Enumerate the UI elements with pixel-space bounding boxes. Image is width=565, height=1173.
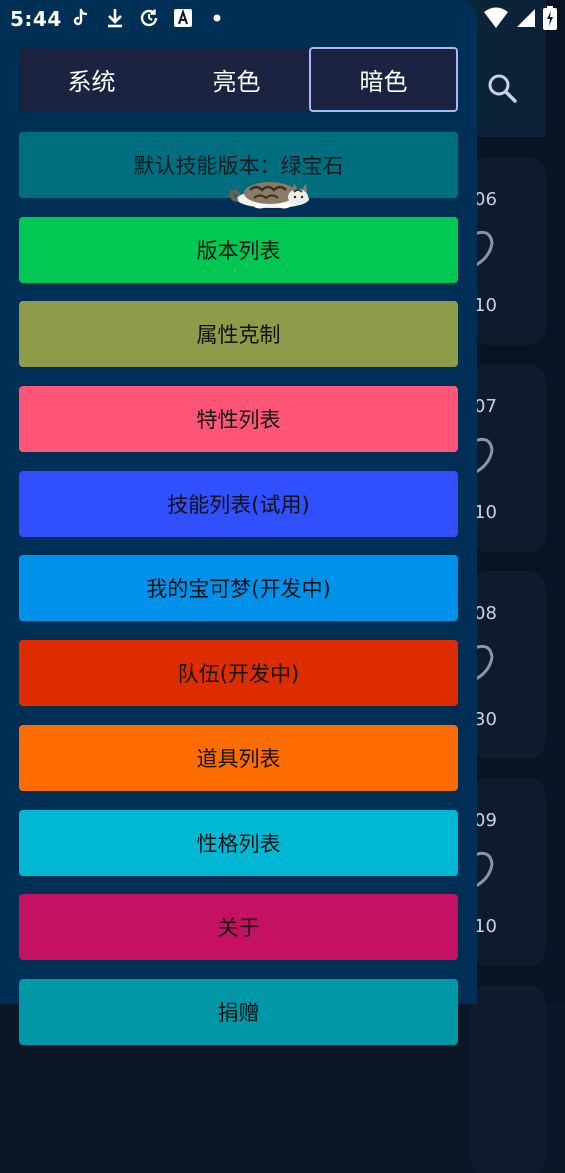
card-top-number: 09 <box>474 810 497 831</box>
card-top-number: 07 <box>474 396 497 417</box>
status-bar: 5:44 <box>0 0 565 38</box>
menu-item-my-pokemon[interactable]: 我的宝可梦(开发中) <box>19 555 458 622</box>
menu-item-donate[interactable]: 捐赠 <box>19 978 458 1045</box>
menu-item-item-list[interactable]: 道具列表 <box>19 724 458 791</box>
background-card[interactable]: 06 10 <box>470 157 546 345</box>
system-icons <box>483 6 557 34</box>
card-top-number: 08 <box>474 603 497 624</box>
search-icon[interactable] <box>486 72 518 104</box>
cat-sticker-icon <box>229 182 309 209</box>
theme-tab-dark[interactable]: 暗色 <box>309 47 458 112</box>
card-top-number: 06 <box>474 189 497 210</box>
dot-icon <box>206 7 228 29</box>
drawer-menu: 默认技能版本：绿宝石 版本列表 属性克制 特性列表 技能列表(试用) 我的宝可梦… <box>19 132 458 1064</box>
menu-item-about[interactable]: 关于 <box>19 894 458 961</box>
navigation-drawer: 系统 亮色 暗色 默认技能版本：绿宝石 版本列表 属性克制 特性列表 技能列表(… <box>0 0 477 1045</box>
card-bottom-number: 30 <box>474 709 497 730</box>
menu-item-nature-list[interactable]: 性格列表 <box>19 809 458 876</box>
background-card[interactable]: 08 30 <box>470 571 546 759</box>
menu-item-ability-list[interactable]: 特性列表 <box>19 386 458 453</box>
card-bottom-number: 10 <box>474 502 497 523</box>
background-card[interactable]: 09 10 <box>470 778 546 966</box>
battery-icon <box>543 6 557 34</box>
card-bottom-number: 10 <box>474 295 497 316</box>
sync-icon <box>138 7 160 29</box>
menu-item-type-chart[interactable]: 属性克制 <box>19 301 458 368</box>
theme-selector: 系统 亮色 暗色 <box>19 47 458 112</box>
notification-icons <box>70 7 228 29</box>
background-card[interactable] <box>470 985 546 1173</box>
status-time: 5:44 <box>10 7 62 31</box>
theme-tab-light[interactable]: 亮色 <box>164 47 309 112</box>
menu-item-team[interactable]: 队伍(开发中) <box>19 640 458 707</box>
tiktok-icon <box>70 7 92 29</box>
theme-tab-system[interactable]: 系统 <box>19 47 164 112</box>
menu-item-move-list[interactable]: 技能列表(试用) <box>19 470 458 537</box>
signal-icon <box>515 7 537 33</box>
wifi-icon <box>483 7 509 33</box>
card-bottom-number: 10 <box>474 916 497 937</box>
background-card[interactable]: 07 10 <box>470 364 546 552</box>
download-icon <box>104 7 126 29</box>
font-a-icon <box>172 7 194 29</box>
menu-item-version-list[interactable]: 版本列表 <box>19 216 458 283</box>
